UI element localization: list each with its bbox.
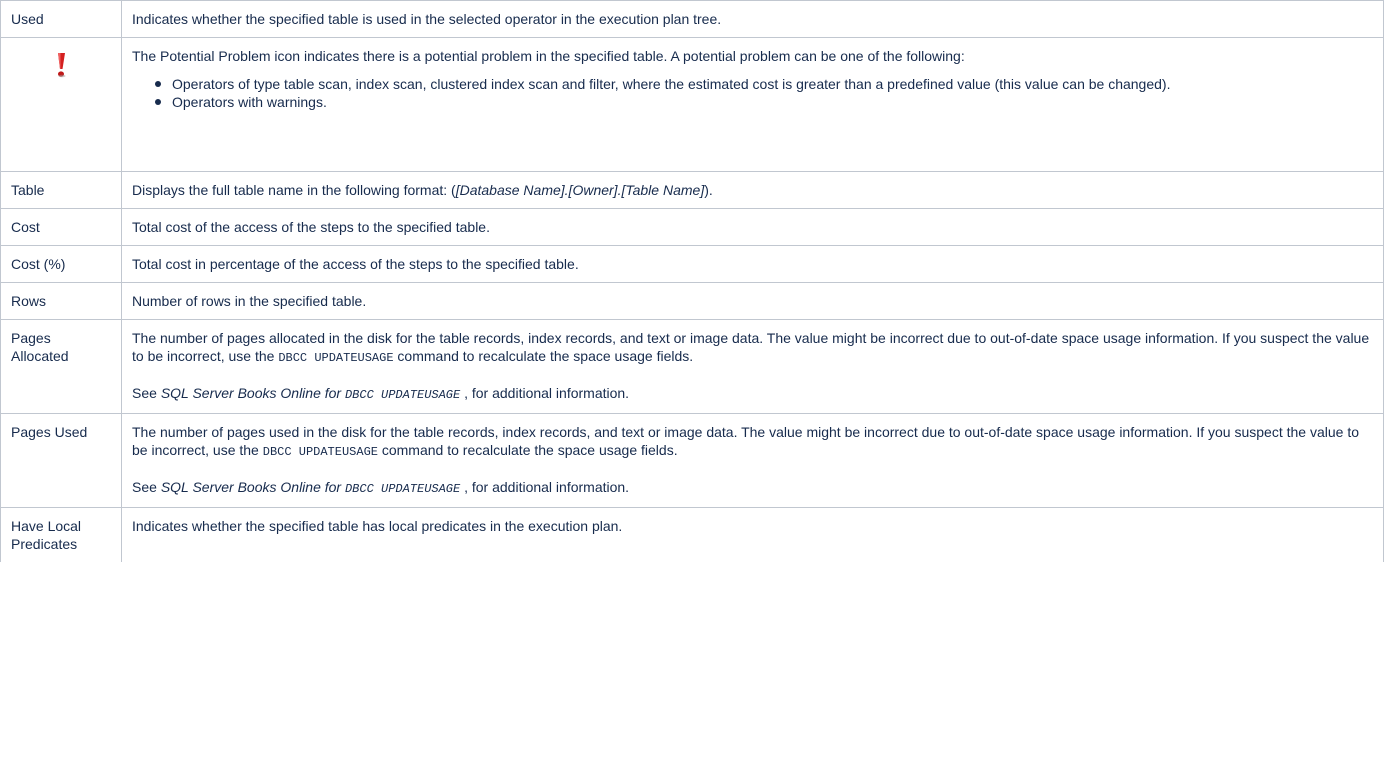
code-command: DBCC UPDATEUSAGE xyxy=(344,482,461,496)
text-segment: Displays the full table name in the foll… xyxy=(132,182,456,198)
table-row: Used Indicates whether the specified tab… xyxy=(0,0,1384,38)
row-label: Pages Allocated xyxy=(0,319,122,414)
reference-title: SQL Server Books Online for xyxy=(160,479,345,495)
table-row: Pages Allocated The number of pages allo… xyxy=(0,319,1384,414)
text-segment: See xyxy=(132,479,161,495)
table-row: Rows Number of rows in the specified tab… xyxy=(0,282,1384,320)
table-row: Cost (%) Total cost in percentage of the… xyxy=(0,245,1384,283)
potential-problem-list: Operators of type table scan, index scan… xyxy=(132,75,1373,111)
row-label: Rows xyxy=(0,282,122,320)
code-command: DBCC UPDATEUSAGE xyxy=(344,388,461,402)
row-description: Indicates whether the specified table is… xyxy=(121,0,1384,38)
row-label: Table xyxy=(0,171,122,209)
row-description: The Potential Problem icon indicates the… xyxy=(121,37,1384,172)
description-paragraph: The number of pages used in the disk for… xyxy=(132,423,1373,461)
list-item: Operators with warnings. xyxy=(155,93,1373,111)
text-segment: ). xyxy=(704,182,713,198)
row-icon-cell xyxy=(0,37,122,172)
table-name-format: [Database Name].[Owner].[Table Name] xyxy=(455,182,705,198)
row-label: Used xyxy=(0,0,122,38)
row-label: Cost xyxy=(0,208,122,246)
table-row: Table Displays the full table name in th… xyxy=(0,171,1384,209)
potential-problem-intro: The Potential Problem icon indicates the… xyxy=(132,48,965,64)
reference-paragraph: See SQL Server Books Online for DBCC UPD… xyxy=(132,478,1373,498)
row-description: The number of pages used in the disk for… xyxy=(121,413,1384,508)
text-segment: See xyxy=(132,385,161,401)
row-description: The number of pages allocated in the dis… xyxy=(121,319,1384,414)
potential-problem-icon xyxy=(55,53,67,81)
row-description: Indicates whether the specified table ha… xyxy=(121,507,1384,562)
reference-paragraph: See SQL Server Books Online for DBCC UPD… xyxy=(132,384,1373,404)
row-label: Pages Used xyxy=(0,413,122,508)
text-segment: command to recalculate the space usage f… xyxy=(393,348,694,364)
row-description: Total cost in percentage of the access o… xyxy=(121,245,1384,283)
list-item: Operators of type table scan, index scan… xyxy=(155,75,1373,93)
reference-title: SQL Server Books Online for xyxy=(160,385,345,401)
properties-table: Used Indicates whether the specified tab… xyxy=(0,0,1384,562)
row-label: Cost (%) xyxy=(0,245,122,283)
text-segment: , for additional information. xyxy=(460,385,630,401)
row-label: Have Local Predicates xyxy=(0,507,122,562)
row-description: Number of rows in the specified table. xyxy=(121,282,1384,320)
description-paragraph: The number of pages allocated in the dis… xyxy=(132,329,1373,367)
table-row: Pages Used The number of pages used in t… xyxy=(0,413,1384,508)
row-description: Total cost of the access of the steps to… xyxy=(121,208,1384,246)
row-description: Displays the full table name in the foll… xyxy=(121,171,1384,209)
code-command: DBCC UPDATEUSAGE xyxy=(262,445,378,459)
table-row: Cost Total cost of the access of the ste… xyxy=(0,208,1384,246)
text-segment: , for additional information. xyxy=(460,479,630,495)
table-row: The Potential Problem icon indicates the… xyxy=(0,37,1384,172)
code-command: DBCC UPDATEUSAGE xyxy=(278,351,394,365)
text-segment: command to recalculate the space usage f… xyxy=(377,442,678,458)
table-row: Have Local Predicates Indicates whether … xyxy=(0,507,1384,562)
